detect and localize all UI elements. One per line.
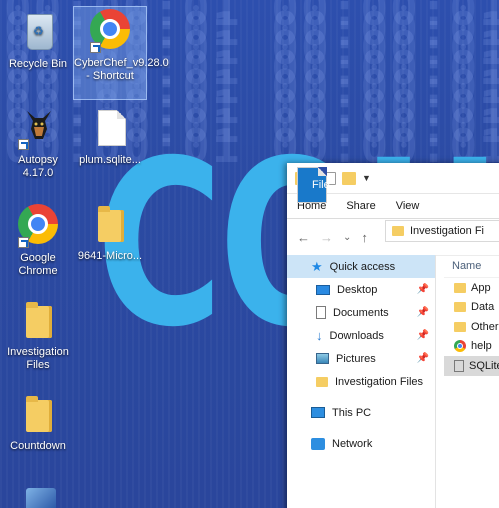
folder-icon bbox=[454, 302, 466, 313]
downloads-icon: ↓ bbox=[316, 328, 323, 343]
nav-item-label: This PC bbox=[332, 406, 372, 419]
tab-share[interactable]: Share bbox=[336, 194, 385, 218]
desktop-icon-9641-micro[interactable]: 9641-Micro... bbox=[74, 202, 146, 263]
desktop-icon-autopsy[interactable]: Autopsy 4.17.0 bbox=[2, 106, 74, 180]
desktop-icon-label: CyberChef_v9.28.0 - Shortcut bbox=[74, 57, 169, 82]
folder-icon bbox=[316, 376, 328, 387]
desktop-icon-label: Google Chrome bbox=[18, 252, 58, 277]
chrome-icon bbox=[88, 9, 132, 53]
nav-item-documents[interactable]: Documents 📌 bbox=[287, 301, 435, 324]
file-name: SQLite bbox=[469, 359, 499, 372]
desktop-icon-label: Recycle Bin bbox=[8, 58, 68, 70]
chrome-icon bbox=[454, 340, 466, 353]
file-row-data[interactable]: Data bbox=[444, 298, 499, 318]
desktop-icon-plum-sqlite[interactable]: plum.sqlite... bbox=[74, 106, 146, 167]
up-button[interactable]: ↑ bbox=[361, 230, 368, 245]
navigation-pane: ★ Quick access Desktop 📌 Documents 📌 ↓ D… bbox=[287, 255, 435, 455]
desktop-icon-countdown[interactable]: Countdown bbox=[2, 392, 74, 453]
file-row-other[interactable]: Other bbox=[444, 317, 499, 337]
nav-item-this-pc[interactable]: This PC bbox=[287, 401, 435, 424]
tab-file[interactable]: File bbox=[297, 167, 330, 203]
nav-item-network[interactable]: Network bbox=[287, 432, 435, 455]
autopsy-dog-icon bbox=[16, 106, 60, 150]
nav-item-label: Investigation Files bbox=[335, 375, 424, 388]
pin-icon: 📌 bbox=[416, 353, 429, 364]
documents-icon bbox=[316, 306, 326, 319]
desktop-icon-label: plum.sqlite... bbox=[79, 154, 141, 166]
file-name: Data bbox=[471, 301, 495, 314]
pin-icon: 📌 bbox=[416, 307, 429, 318]
file-name: App bbox=[471, 281, 491, 294]
folder-icon bbox=[88, 202, 132, 246]
nav-item-label: Network bbox=[332, 437, 373, 450]
nav-item-label: Downloads bbox=[329, 329, 384, 342]
nav-item-label: Pictures bbox=[336, 352, 376, 365]
folder-icon bbox=[454, 321, 466, 332]
recycle-bin-icon bbox=[16, 10, 60, 54]
database-icon bbox=[454, 359, 464, 372]
new-folder-icon[interactable] bbox=[342, 171, 356, 185]
column-header-name[interactable]: Name bbox=[444, 255, 499, 278]
file-row-sqlite[interactable]: SQLite bbox=[444, 356, 499, 376]
pane-divider[interactable] bbox=[435, 255, 436, 508]
file-list: Name App Data Other help SQLite bbox=[444, 255, 499, 376]
partial-desktop-icon[interactable] bbox=[26, 488, 56, 508]
desktop-icon-recycle-bin[interactable]: Recycle Bin bbox=[2, 10, 74, 71]
desktop: 00:00:01 00:00:01 00:00:01 00:00:01 00:0… bbox=[0, 0, 499, 508]
tab-view[interactable]: View bbox=[386, 194, 430, 218]
pc-icon bbox=[311, 407, 325, 418]
back-button[interactable]: ← bbox=[297, 230, 310, 245]
desktop-icon-label: 9641-Micro... bbox=[77, 250, 143, 262]
nav-item-label: Documents bbox=[333, 306, 389, 319]
folder-icon bbox=[16, 392, 60, 436]
file-explorer-window: ▼ File Home Share View ← → ⌄ ↑ Investiga… bbox=[287, 163, 499, 508]
nav-item-desktop[interactable]: Desktop 📌 bbox=[287, 278, 435, 301]
desktop-icon-label: Investigation Files bbox=[7, 346, 69, 371]
file-name: Other bbox=[471, 320, 499, 333]
pin-icon: 📌 bbox=[416, 284, 429, 295]
nav-item-quick-access[interactable]: ★ Quick access bbox=[287, 255, 435, 278]
file-name: help bbox=[471, 340, 492, 353]
nav-item-label: Desktop bbox=[337, 283, 378, 296]
nav-item-label: Quick access bbox=[329, 260, 396, 273]
pictures-icon bbox=[316, 353, 329, 364]
desktop-icon-label: Countdown bbox=[10, 440, 66, 452]
desktop-icon-cyberchef-shortcut[interactable]: CyberChef_v9.28.0 - Shortcut bbox=[73, 6, 169, 100]
shortcut-arrow-icon bbox=[18, 139, 29, 150]
star-icon: ★ bbox=[311, 258, 323, 274]
file-row-help[interactable]: help bbox=[444, 337, 499, 357]
shortcut-arrow-icon bbox=[18, 237, 29, 248]
address-path: Investigation Fi bbox=[410, 225, 484, 237]
nav-item-pictures[interactable]: Pictures 📌 bbox=[287, 347, 435, 370]
customize-toolbar-icon[interactable]: ▼ bbox=[362, 173, 371, 183]
network-icon bbox=[311, 437, 325, 450]
folder-icon bbox=[16, 298, 60, 342]
shortcut-arrow-icon bbox=[90, 42, 101, 53]
recent-locations-button[interactable]: ⌄ bbox=[343, 232, 351, 243]
pin-icon: 📌 bbox=[416, 330, 429, 341]
folder-icon bbox=[392, 226, 404, 236]
file-row-app[interactable]: App bbox=[444, 278, 499, 298]
nav-item-investigation-files[interactable]: Investigation Files bbox=[287, 370, 435, 393]
desktop-icon-google-chrome[interactable]: Google Chrome bbox=[2, 202, 74, 278]
ribbon-tabs: File Home Share View bbox=[287, 167, 499, 219]
nav-item-downloads[interactable]: ↓ Downloads 📌 bbox=[287, 324, 435, 347]
file-icon bbox=[88, 106, 132, 150]
desktop-icon-label: Autopsy 4.17.0 bbox=[18, 154, 58, 179]
desktop-icon bbox=[316, 284, 330, 295]
chrome-icon bbox=[16, 204, 60, 248]
forward-button[interactable]: → bbox=[320, 230, 333, 245]
address-bar[interactable]: Investigation Fi bbox=[385, 220, 499, 242]
folder-icon bbox=[454, 282, 466, 293]
desktop-icon-investigation-files[interactable]: Investigation Files bbox=[2, 298, 74, 372]
